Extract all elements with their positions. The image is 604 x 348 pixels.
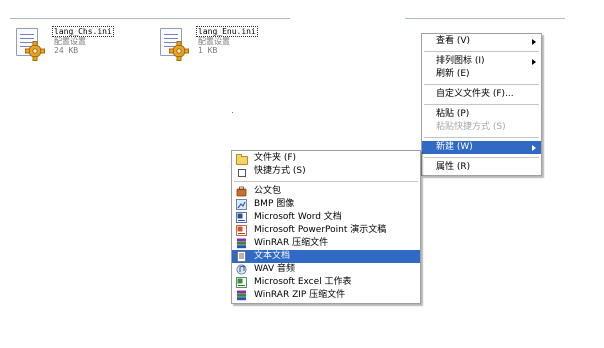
- new-wav-audio-item[interactable]: WAV 音频: [232, 263, 420, 276]
- ini-settings-file-icon: [12, 26, 48, 64]
- menu-item-label: 粘贴 (P): [436, 109, 470, 119]
- new-shortcut-item[interactable]: 快捷方式 (S): [232, 165, 420, 178]
- menu-item-customize-folder[interactable]: 自定义文件夹 (F)...: [422, 88, 541, 101]
- desktop-context-menu: 查看 (V) 排列图标 (I) 刷新 (E) 自定义文件夹 (F)... 粘贴 …: [421, 33, 542, 176]
- header-rule-left: [10, 18, 290, 19]
- new-folder-item[interactable]: 文件夹 (F): [232, 152, 420, 165]
- new-bmp-image-item[interactable]: BMP 图像: [232, 198, 420, 211]
- file-size: 24 KB: [54, 46, 79, 55]
- winrar-zip-icon: [236, 290, 247, 301]
- menu-item-label: 查看 (V): [436, 36, 471, 46]
- menu-item-label: 刷新 (E): [436, 69, 470, 79]
- header-rule-right: [405, 18, 565, 19]
- menu-separator: [424, 157, 539, 158]
- menu-item-label: 文件夹 (F): [254, 153, 297, 163]
- menu-item-label: 属性 (R): [436, 162, 471, 172]
- menu-item-paste[interactable]: 粘贴 (P): [422, 108, 541, 121]
- text-document-icon: [236, 251, 247, 262]
- winrar-archive-icon: [236, 238, 247, 249]
- submenu-arrow-icon: [532, 39, 536, 45]
- wav-audio-icon: [236, 264, 247, 275]
- menu-item-view[interactable]: 查看 (V): [422, 35, 541, 48]
- powerpoint-presentation-icon: [236, 225, 247, 236]
- briefcase-icon: [236, 186, 247, 197]
- menu-item-paste-shortcut: 粘贴快捷方式 (S): [422, 121, 541, 134]
- menu-item-new[interactable]: 新建 (W): [422, 141, 541, 154]
- menu-item-label: 文本文档: [254, 251, 291, 261]
- shortcut-icon: [238, 169, 246, 177]
- menu-item-label: 粘贴快捷方式 (S): [436, 122, 506, 132]
- menu-item-arrange-icons[interactable]: 排列图标 (I): [422, 55, 541, 68]
- word-document-icon: [236, 212, 247, 223]
- file-name[interactable]: lang_Enu.ini: [196, 26, 258, 37]
- submenu-arrow-icon: [532, 59, 536, 65]
- menu-separator: [424, 51, 539, 52]
- file-name[interactable]: lang_Chs.ini: [52, 26, 114, 37]
- file-item-lang-enu[interactable]: lang_Enu.ini 配置设置 1 KB: [156, 26, 258, 64]
- menu-separator: [424, 104, 539, 105]
- menu-item-label: WAV 音频: [254, 264, 296, 274]
- new-winrar-archive-item[interactable]: WinRAR 压缩文件: [232, 237, 420, 250]
- menu-item-label: Microsoft PowerPoint 演示文稿: [254, 225, 387, 235]
- menu-separator: [424, 137, 539, 138]
- menu-item-label: WinRAR 压缩文件: [254, 238, 329, 248]
- excel-worksheet-icon: [236, 277, 247, 288]
- bmp-image-icon: [236, 199, 247, 210]
- cursor-speck: [232, 112, 233, 113]
- ini-settings-file-icon: [156, 26, 192, 64]
- menu-item-label: 自定义文件夹 (F)...: [436, 89, 514, 99]
- menu-item-label: 快捷方式 (S): [254, 166, 306, 176]
- new-submenu: 文件夹 (F) 快捷方式 (S) 公文包 BMP 图像 Microsoft Wo…: [231, 150, 421, 304]
- new-powerpoint-item[interactable]: Microsoft PowerPoint 演示文稿: [232, 224, 420, 237]
- folder-icon: [236, 153, 248, 165]
- submenu-arrow-icon: [532, 145, 536, 151]
- menu-item-label: Microsoft Word 文档: [254, 212, 342, 222]
- menu-item-label: BMP 图像: [254, 199, 295, 209]
- file-type: 配置设置: [198, 37, 230, 46]
- new-excel-worksheet-item[interactable]: Microsoft Excel 工作表: [232, 276, 420, 289]
- menu-item-label: 排列图标 (I): [436, 56, 485, 66]
- file-size: 1 KB: [198, 46, 218, 55]
- new-text-document-item[interactable]: 文本文档: [232, 250, 420, 263]
- menu-item-label: WinRAR ZIP 压缩文件: [254, 290, 346, 300]
- menu-item-properties[interactable]: 属性 (R): [422, 161, 541, 174]
- menu-separator: [424, 84, 539, 85]
- file-type: 配置设置: [54, 37, 86, 46]
- menu-item-label: 新建 (W): [436, 142, 473, 152]
- menu-item-label: Microsoft Excel 工作表: [254, 277, 352, 287]
- new-word-document-item[interactable]: Microsoft Word 文档: [232, 211, 420, 224]
- menu-separator: [234, 181, 418, 182]
- menu-item-refresh[interactable]: 刷新 (E): [422, 68, 541, 81]
- new-briefcase-item[interactable]: 公文包: [232, 185, 420, 198]
- menu-item-label: 公文包: [254, 186, 282, 196]
- file-item-lang-chs[interactable]: lang_Chs.ini 配置设置 24 KB: [12, 26, 114, 64]
- new-winrar-zip-item[interactable]: WinRAR ZIP 压缩文件: [232, 289, 420, 302]
